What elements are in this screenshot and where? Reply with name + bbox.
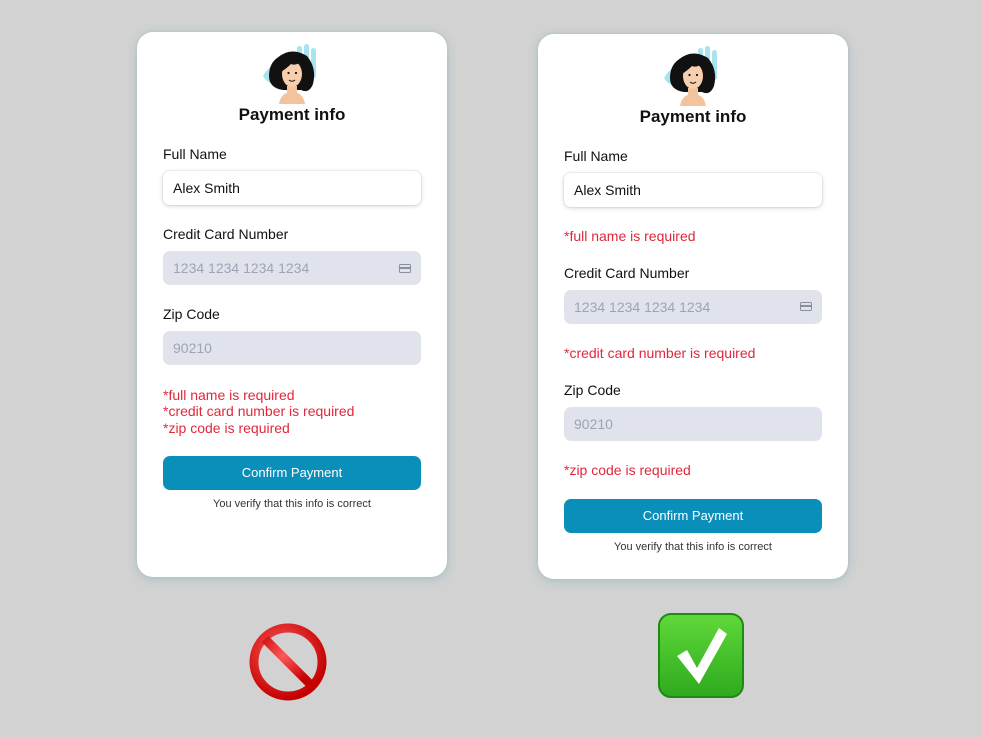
check-mark-icon (658, 613, 744, 698)
credit-card-label: Credit Card Number (163, 226, 289, 242)
payment-card-good-example: Payment info Full Name Alex Smith *full … (538, 34, 848, 579)
full-name-label: Full Name (163, 146, 227, 162)
full-name-input[interactable]: Alex Smith (163, 171, 421, 205)
credit-card-error: *credit card number is required (564, 345, 756, 361)
zip-code-placeholder: 90210 (173, 340, 212, 356)
zip-code-label: Zip Code (163, 306, 220, 322)
page-title: Payment info (639, 107, 747, 126)
full-name-error: *full name is required (163, 387, 295, 403)
payment-card-bad-example: Payment info Full Name Alex Smith Credit… (137, 32, 447, 577)
credit-card-placeholder: 1234 1234 1234 1234 (173, 260, 310, 276)
full-name-input[interactable]: Alex Smith (564, 173, 822, 207)
credit-card-input[interactable]: 1234 1234 1234 1234 (163, 251, 421, 285)
credit-card-icon (800, 302, 812, 311)
credit-card-placeholder: 1234 1234 1234 1234 (574, 299, 711, 315)
zip-code-input[interactable]: 90210 (564, 407, 822, 441)
zip-code-input[interactable]: 90210 (163, 331, 421, 365)
zip-code-label: Zip Code (564, 382, 621, 398)
verification-note: You verify that this info is correct (213, 498, 371, 510)
credit-card-icon (399, 264, 411, 273)
credit-card-label: Credit Card Number (564, 265, 690, 281)
credit-card-input[interactable]: 1234 1234 1234 1234 (564, 290, 822, 324)
confirm-payment-button[interactable]: Confirm Payment (564, 499, 822, 533)
zip-code-placeholder: 90210 (574, 416, 613, 432)
confirm-payment-button[interactable]: Confirm Payment (163, 456, 421, 490)
page-title: Payment info (238, 105, 346, 124)
user-avatar-icon (663, 46, 718, 106)
full-name-error: *full name is required (564, 228, 696, 244)
prohibited-icon (249, 623, 327, 701)
zip-code-error: *zip code is required (163, 420, 290, 436)
full-name-label: Full Name (564, 148, 628, 164)
zip-code-error: *zip code is required (564, 462, 691, 478)
credit-card-error: *credit card number is required (163, 403, 355, 419)
user-avatar-icon (262, 44, 317, 104)
verification-note: You verify that this info is correct (614, 541, 772, 553)
